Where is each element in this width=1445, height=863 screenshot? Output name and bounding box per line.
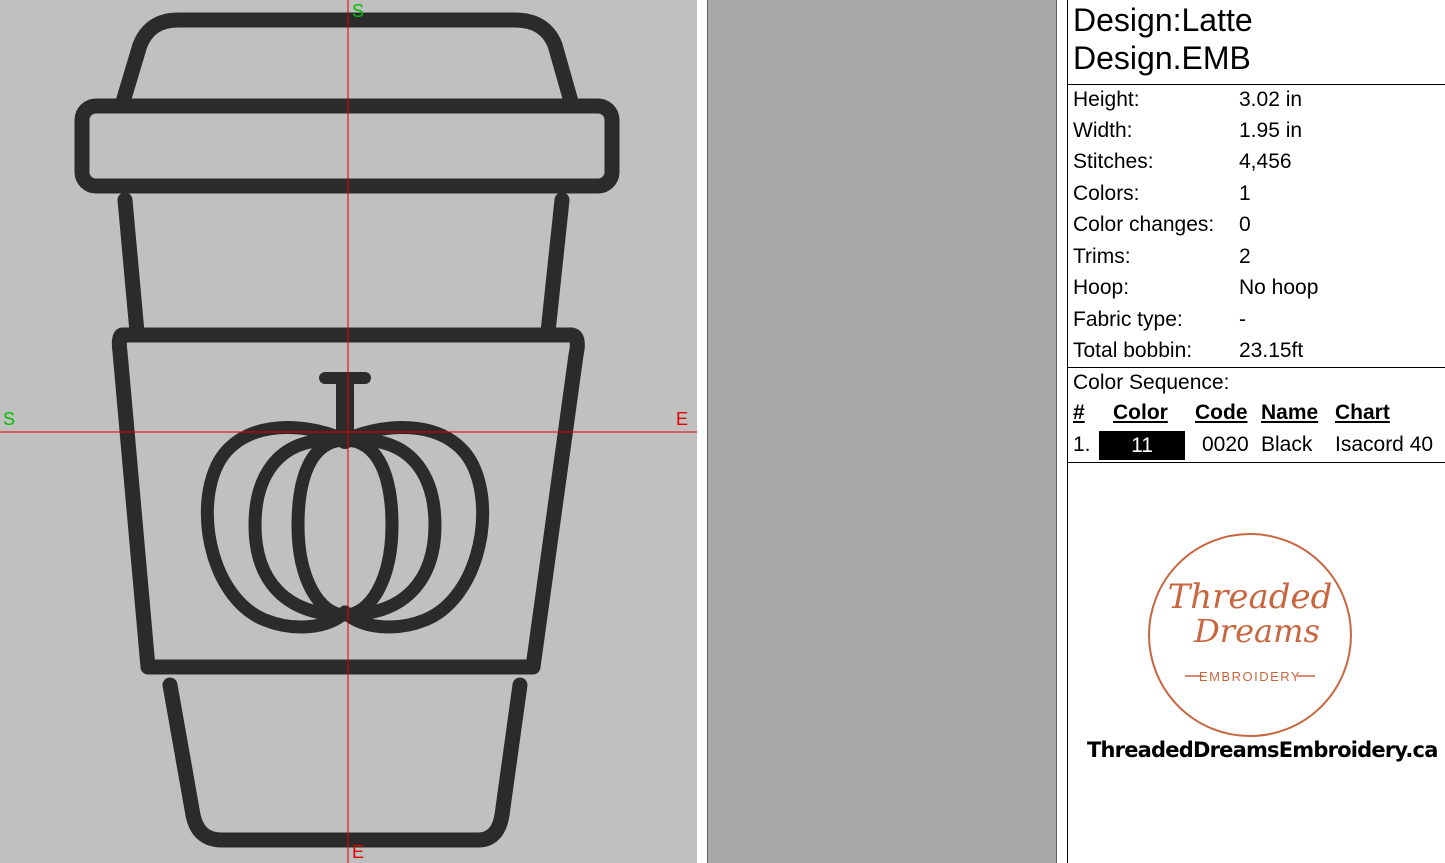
- prop-key: Stitches:: [1073, 150, 1154, 173]
- cup-bottom-outline: [162, 677, 528, 848]
- panel-left-border: [1067, 0, 1068, 863]
- seq-header-code: Code: [1195, 401, 1248, 424]
- latte-design-preview: [0, 0, 697, 863]
- left-axis-label: S: [3, 409, 16, 429]
- top-axis-label: S: [352, 1, 365, 21]
- design-info-panel: Design:Latte Design.EMB Height: 3.02 in …: [1056, 0, 1445, 863]
- prop-value: -: [1239, 308, 1246, 331]
- divider: [1067, 367, 1445, 368]
- cup-left-upper: [117, 192, 145, 340]
- prop-height: Height: 3.02 in: [1073, 84, 1443, 115]
- prop-value: 3.02 in: [1239, 88, 1303, 111]
- prop-width: Width: 1.95 in: [1073, 115, 1443, 146]
- seq-row-code: 0020: [1202, 433, 1249, 456]
- prop-value: 4,456: [1239, 150, 1292, 173]
- website-link[interactable]: ThreadedDreamsEmbroidery.ca: [1087, 738, 1438, 762]
- lid-band-outline: [74, 98, 620, 194]
- seq-header-name: Name: [1261, 401, 1319, 424]
- prop-fabric-type: Fabric type: -: [1073, 304, 1443, 335]
- prop-color-changes: Color changes: 0: [1073, 209, 1443, 240]
- svg-text:Threaded: Threaded: [1168, 577, 1333, 617]
- seq-header-num: #: [1073, 401, 1085, 424]
- prop-key: Trims:: [1073, 245, 1131, 268]
- prop-key: Colors:: [1073, 182, 1140, 205]
- prop-trims: Trims: 2: [1073, 241, 1443, 272]
- seq-row-name: Black: [1261, 433, 1313, 456]
- bottom-axis-label: E: [352, 842, 365, 862]
- right-axis-label: E: [676, 409, 689, 429]
- prop-key: Fabric type:: [1073, 308, 1183, 331]
- pumpkin-outline: [200, 372, 490, 634]
- color-sequence-title: Color Sequence:: [1073, 371, 1230, 394]
- svg-text:Dreams: Dreams: [1193, 612, 1320, 650]
- threaded-dreams-logo: Threaded Dreams EMBROIDERY: [1148, 533, 1352, 737]
- seq-header-color: Color: [1113, 401, 1168, 424]
- prop-total-bobbin: Total bobbin: 23.15ft: [1073, 335, 1443, 366]
- prop-key: Color changes:: [1073, 213, 1215, 236]
- lid-top-outline: [114, 12, 580, 113]
- prop-colors: Colors: 1: [1073, 178, 1443, 209]
- divider: [1067, 462, 1445, 463]
- design-canvas[interactable]: S E S E: [0, 0, 698, 863]
- prop-value: 23.15ft: [1239, 339, 1304, 362]
- prop-stitches: Stitches: 4,456: [1073, 146, 1443, 177]
- prop-value: No hoop: [1239, 276, 1319, 299]
- prop-value: 1.95 in: [1239, 119, 1303, 142]
- prop-key: Hoop:: [1073, 276, 1130, 299]
- color-swatch: 11: [1099, 431, 1185, 460]
- prop-value: 0: [1239, 213, 1251, 236]
- prop-key: Total bobbin:: [1073, 339, 1193, 362]
- seq-row-chart: Isacord 40: [1335, 433, 1434, 456]
- prop-key: Width:: [1073, 119, 1133, 142]
- prop-value: 1: [1239, 182, 1251, 205]
- design-title: Design:Latte: [1073, 2, 1253, 38]
- design-filename: Design.EMB: [1073, 40, 1251, 76]
- seq-row-num: 1.: [1073, 433, 1091, 456]
- canvas-border: [697, 0, 708, 863]
- seq-header-chart: Chart: [1335, 401, 1390, 424]
- prop-value: 2: [1239, 245, 1251, 268]
- prop-hoop: Hoop: No hoop: [1073, 272, 1443, 303]
- prop-key: Height:: [1073, 88, 1140, 111]
- cup-right-upper: [540, 192, 570, 340]
- svg-text:EMBROIDERY: EMBROIDERY: [1199, 669, 1301, 684]
